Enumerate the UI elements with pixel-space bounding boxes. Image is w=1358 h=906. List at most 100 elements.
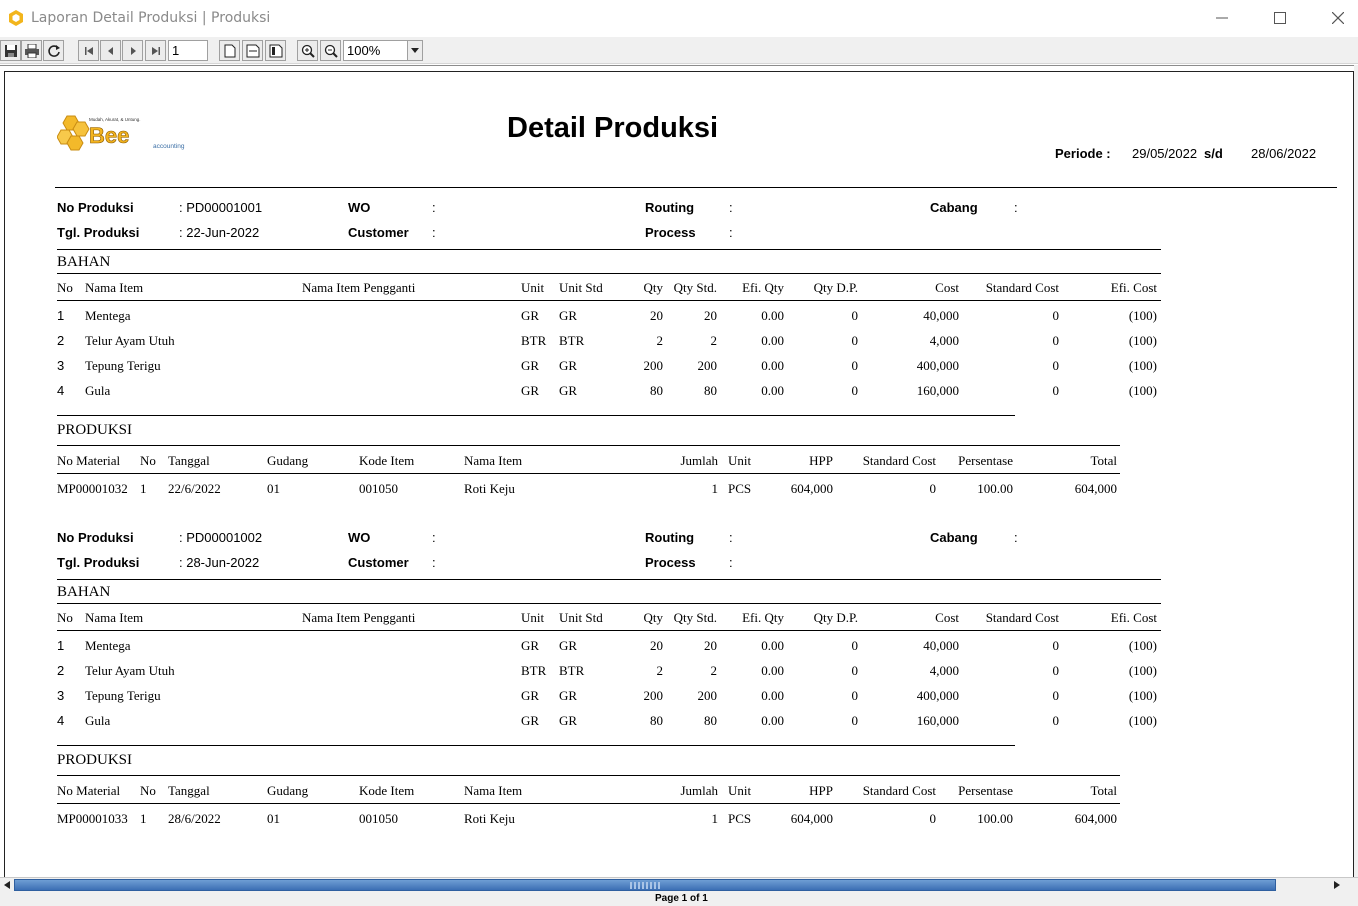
produksi-cell-no: 1 <box>140 811 147 826</box>
last-page-button[interactable] <box>145 40 166 61</box>
maximize-button[interactable] <box>1268 6 1292 30</box>
bahan-cell-qty-std: 2 <box>710 333 718 348</box>
produksi-cell-gudang: 01 <box>267 811 280 826</box>
bahan-cell-efi-qty: 0.00 <box>761 333 784 348</box>
bahan-cell-efi-cost: (100) <box>1128 638 1157 653</box>
bahan-title-rule <box>57 603 1161 604</box>
cabang-label: Cabang <box>930 200 978 215</box>
first-page-icon <box>84 46 93 55</box>
zoom-out-button[interactable] <box>320 40 341 61</box>
no-produksi-value: : PD00001002 <box>179 530 263 545</box>
window-title: Laporan Detail Produksi | Produksi <box>31 10 271 26</box>
produksi-header-gudang: Gudang <box>267 453 309 468</box>
bahan-cell-unit-std: BTR <box>559 663 585 678</box>
scrollbar-thumb[interactable] <box>14 879 1276 891</box>
bahan-cell-qty: 200 <box>643 688 664 703</box>
periode-to: 28/06/2022 <box>1251 146 1317 161</box>
page-width-button[interactable] <box>242 40 263 61</box>
scroll-left-icon[interactable] <box>0 878 14 892</box>
first-page-button[interactable] <box>78 40 99 61</box>
bahan-cell-nama-item: Gula <box>85 383 111 398</box>
close-button[interactable] <box>1326 6 1350 30</box>
produksi-header-unit: Unit <box>728 783 752 798</box>
produksi-title: PRODUKSI <box>57 422 133 438</box>
produksi-header-unit: Unit <box>728 453 752 468</box>
routing-label: Routing <box>645 200 695 215</box>
bahan-cell-unit-std: GR <box>559 383 578 398</box>
bahan-cell-efi-cost: (100) <box>1128 358 1157 373</box>
routing-label: Routing <box>645 530 695 545</box>
bahan-title: BAHAN <box>57 254 111 270</box>
bahan-cell-standard-cost: 0 <box>1052 333 1060 348</box>
bahan-header-efi-qty: Efi. Qty <box>742 280 784 295</box>
title-bar: Laporan Detail Produksi | Produksi <box>0 0 1358 37</box>
bahan-cell-qty-dp: 0 <box>851 358 859 373</box>
produksi-cell-total: 604,000 <box>1074 811 1117 826</box>
produksi-header-tanggal: Tanggal <box>168 453 210 468</box>
produksi-header-jumlah: Jumlah <box>680 453 718 468</box>
bahan-cell-cost: 160,000 <box>916 383 959 398</box>
produksi-header-total: Total <box>1090 783 1117 798</box>
minimize-button[interactable] <box>1210 6 1234 30</box>
wo-label: WO <box>348 200 371 215</box>
produksi-cell-tanggal: 28/6/2022 <box>168 811 221 826</box>
bee-accounting-logo: Mudah, Akurat, & Untung. Bee accounting <box>56 110 197 156</box>
single-page-button[interactable] <box>219 40 240 61</box>
bahan-top-rule <box>57 249 1161 250</box>
produksi-header-jumlah: Jumlah <box>680 783 718 798</box>
produksi-header-no-material: No Material <box>57 453 121 468</box>
no-produksi-label: No Produksi <box>57 530 134 545</box>
produksi-cell-gudang: 01 <box>267 481 280 496</box>
bahan-header-efi-cost: Efi. Cost <box>1110 610 1157 625</box>
bahan-cell-efi-cost: (100) <box>1128 383 1157 398</box>
previous-page-button[interactable] <box>100 40 121 61</box>
process-colon: : <box>729 555 733 570</box>
bahan-cell-no: 1 <box>57 638 65 653</box>
refresh-icon <box>47 44 60 57</box>
bahan-cell-cost: 40,000 <box>923 308 959 323</box>
vertical-scroll-edge <box>1354 65 1358 877</box>
bahan-cell-no: 4 <box>57 383 65 398</box>
customer-colon: : <box>432 555 436 570</box>
horizontal-scrollbar[interactable] <box>0 877 1358 892</box>
produksi-header-rule <box>57 473 1120 474</box>
report-viewer[interactable]: Mudah, Akurat, & Untung. Bee accounting … <box>0 65 1358 878</box>
report-page: Mudah, Akurat, & Untung. Bee accounting … <box>4 71 1354 878</box>
bahan-cell-qty: 80 <box>650 713 663 728</box>
produksi-header-no: No <box>140 783 156 798</box>
bahan-header-rule <box>57 300 1161 301</box>
no-produksi-value: : PD00001001 <box>179 200 263 215</box>
next-page-button[interactable] <box>122 40 143 61</box>
bahan-header-unit-std: Unit Std <box>559 610 603 625</box>
bahan-header-qty-dp: Qty D.P. <box>813 610 858 625</box>
bahan-cell-cost: 4,000 <box>929 663 959 678</box>
produksi-title-rule <box>57 775 1120 776</box>
bahan-cell-nama-item: Gula <box>85 713 111 728</box>
bahan-cell-unit: BTR <box>521 663 547 678</box>
bahan-cell-efi-cost: (100) <box>1128 333 1157 348</box>
chevron-down-icon[interactable] <box>407 41 422 60</box>
whole-page-button[interactable] <box>265 40 286 61</box>
bahan-header-nama-item: Nama Item <box>85 280 144 295</box>
bahan-header-no: No <box>57 280 73 295</box>
zoom-in-button[interactable] <box>297 40 318 61</box>
zoom-select[interactable]: 100% <box>343 40 423 61</box>
customer-label: Customer <box>348 555 409 570</box>
report-toolbar: 1 100% <box>0 37 1358 64</box>
bahan-cell-qty: 2 <box>656 333 664 348</box>
bahan-cell-nama-item: Telur Ayam Utuh <box>85 663 175 678</box>
refresh-button[interactable] <box>43 40 64 61</box>
bahan-cell-unit-std: GR <box>559 638 578 653</box>
page-info: Page 1 of 1 <box>655 893 708 904</box>
bahan-header-nama-item-pengganti: Nama Item Pengganti <box>302 610 416 625</box>
bahan-cell-qty-std: 2 <box>710 663 718 678</box>
page-number-input[interactable]: 1 <box>168 40 208 61</box>
process-colon: : <box>729 225 733 240</box>
print-button[interactable] <box>21 40 42 61</box>
save-button[interactable] <box>0 40 21 61</box>
bahan-cell-efi-cost: (100) <box>1128 713 1157 728</box>
periode-sd: s/d <box>1204 146 1223 161</box>
bahan-cell-efi-qty: 0.00 <box>761 308 784 323</box>
scroll-right-icon[interactable] <box>1330 878 1344 892</box>
bahan-cell-standard-cost: 0 <box>1052 713 1060 728</box>
